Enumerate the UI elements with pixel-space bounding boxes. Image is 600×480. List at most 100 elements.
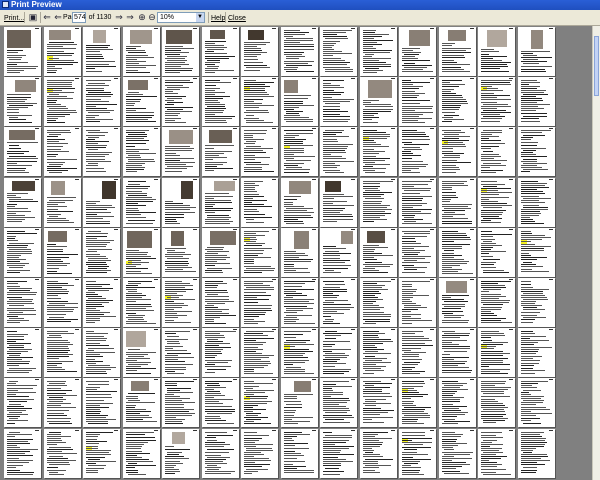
page-thumbnail[interactable] <box>439 77 476 126</box>
page-thumbnail[interactable] <box>320 77 357 126</box>
page-thumbnail[interactable] <box>399 328 436 377</box>
page-thumbnail[interactable] <box>320 278 357 327</box>
page-thumbnail[interactable] <box>162 228 199 277</box>
page-thumbnail[interactable] <box>518 77 555 126</box>
page-thumbnail[interactable] <box>202 278 239 327</box>
page-thumbnail[interactable] <box>4 77 41 126</box>
page-thumbnail[interactable] <box>83 328 120 377</box>
page-thumbnail[interactable] <box>4 378 41 427</box>
page-thumbnail[interactable] <box>478 328 515 377</box>
page-thumbnail[interactable] <box>162 77 199 126</box>
page-thumbnail[interactable] <box>162 429 199 478</box>
page-thumbnail[interactable] <box>44 127 81 176</box>
page-thumbnail[interactable] <box>281 278 318 327</box>
page-thumbnail[interactable] <box>439 278 476 327</box>
page-thumbnail[interactable] <box>518 127 555 176</box>
page-thumbnail[interactable] <box>399 278 436 327</box>
preview-area[interactable] <box>0 26 600 480</box>
zoom-select[interactable]: 10% ▼ <box>157 12 205 23</box>
page-thumbnail[interactable] <box>281 328 318 377</box>
page-thumbnail[interactable] <box>4 278 41 327</box>
page-thumbnail[interactable] <box>162 27 199 76</box>
page-thumbnail[interactable] <box>439 127 476 176</box>
page-thumbnail[interactable] <box>241 429 278 478</box>
page-thumbnail[interactable] <box>281 228 318 277</box>
page-thumbnail[interactable] <box>241 378 278 427</box>
page-thumbnail[interactable] <box>439 27 476 76</box>
page-thumbnail[interactable] <box>478 127 515 176</box>
page-thumbnail[interactable] <box>4 228 41 277</box>
page-thumbnail[interactable] <box>281 429 318 478</box>
page-thumbnail[interactable] <box>83 378 120 427</box>
page-thumbnail[interactable] <box>360 127 397 176</box>
page-thumbnail[interactable] <box>123 27 160 76</box>
last-page-icon[interactable]: ⇒ <box>124 11 136 24</box>
page-thumbnail[interactable] <box>478 228 515 277</box>
page-thumbnail[interactable] <box>44 228 81 277</box>
page-thumbnail[interactable] <box>162 127 199 176</box>
page-thumbnail[interactable] <box>241 328 278 377</box>
page-thumbnail[interactable] <box>123 378 160 427</box>
page-thumbnail[interactable] <box>83 178 120 227</box>
page-thumbnail[interactable] <box>123 278 160 327</box>
page-thumbnail[interactable] <box>202 27 239 76</box>
page-thumbnail[interactable] <box>360 228 397 277</box>
page-thumbnail[interactable] <box>202 77 239 126</box>
page-thumbnail[interactable] <box>4 127 41 176</box>
page-thumbnail[interactable] <box>518 429 555 478</box>
page-thumbnail[interactable] <box>360 378 397 427</box>
page-thumbnail[interactable] <box>320 127 357 176</box>
page-thumbnail[interactable] <box>83 228 120 277</box>
page-thumbnail[interactable] <box>439 429 476 478</box>
page-thumbnail[interactable] <box>202 328 239 377</box>
page-thumbnail[interactable] <box>478 27 515 76</box>
page-thumbnail[interactable] <box>44 278 81 327</box>
page-thumbnail[interactable] <box>518 178 555 227</box>
vertical-scrollbar[interactable] <box>592 26 600 480</box>
page-thumbnail[interactable] <box>399 127 436 176</box>
page-thumbnail[interactable] <box>439 178 476 227</box>
page-thumbnail[interactable] <box>44 429 81 478</box>
page-thumbnail[interactable] <box>44 378 81 427</box>
page-thumbnail[interactable] <box>478 429 515 478</box>
page-thumbnail[interactable] <box>202 429 239 478</box>
page-thumbnail[interactable] <box>4 429 41 478</box>
page-thumbnail[interactable] <box>360 77 397 126</box>
page-thumbnail[interactable] <box>4 328 41 377</box>
page-thumbnail[interactable] <box>4 27 41 76</box>
scrollbar-thumb[interactable] <box>594 36 599 96</box>
page-thumbnail[interactable] <box>360 429 397 478</box>
page-thumbnail[interactable] <box>44 178 81 227</box>
page-thumbnail[interactable] <box>478 77 515 126</box>
page-thumbnail[interactable] <box>478 378 515 427</box>
page-thumbnail[interactable] <box>44 27 81 76</box>
chevron-down-icon[interactable]: ▼ <box>196 13 204 22</box>
page-thumbnail[interactable] <box>360 328 397 377</box>
help-button[interactable]: Help <box>210 11 225 26</box>
page-thumbnail[interactable] <box>439 378 476 427</box>
print-button[interactable]: Print... <box>3 11 25 26</box>
page-thumbnail[interactable] <box>399 178 436 227</box>
page-thumbnail[interactable] <box>281 27 318 76</box>
page-thumbnail[interactable] <box>202 378 239 427</box>
page-thumbnail[interactable] <box>83 278 120 327</box>
page-thumbnail[interactable] <box>320 178 357 227</box>
page-thumbnail[interactable] <box>478 178 515 227</box>
page-thumbnail[interactable] <box>123 429 160 478</box>
page-thumbnail[interactable] <box>162 328 199 377</box>
page-thumbnail[interactable] <box>241 77 278 126</box>
page-thumbnail[interactable] <box>360 27 397 76</box>
page-thumbnail[interactable] <box>123 228 160 277</box>
page-thumbnail[interactable] <box>320 328 357 377</box>
page-thumbnail[interactable] <box>518 278 555 327</box>
page-thumbnail[interactable] <box>162 178 199 227</box>
page-thumbnail[interactable] <box>123 77 160 126</box>
page-thumbnail[interactable] <box>202 127 239 176</box>
page-thumbnail[interactable] <box>399 228 436 277</box>
page-thumbnail[interactable] <box>518 378 555 427</box>
page-thumbnail[interactable] <box>202 228 239 277</box>
page-thumbnail[interactable] <box>123 178 160 227</box>
page-thumbnail[interactable] <box>241 27 278 76</box>
page-thumbnail[interactable] <box>439 328 476 377</box>
page-thumbnail[interactable] <box>518 228 555 277</box>
